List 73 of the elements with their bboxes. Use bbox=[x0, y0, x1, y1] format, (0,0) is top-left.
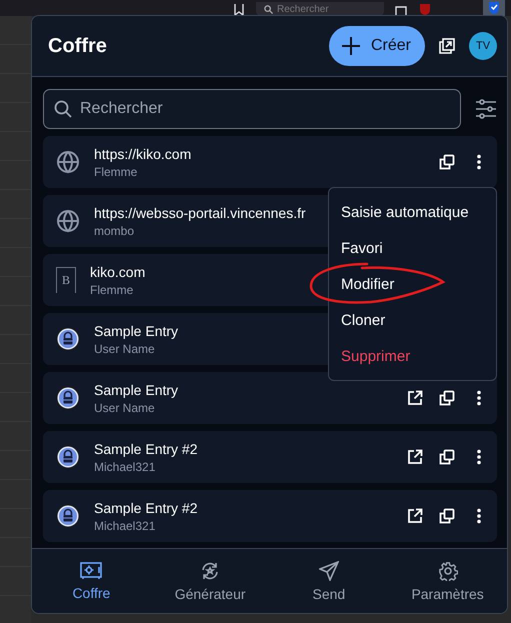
search-icon bbox=[264, 4, 273, 14]
filter-sliders-icon[interactable] bbox=[475, 99, 497, 119]
item-title: https://websso-portail.vincennes.fr bbox=[94, 204, 306, 220]
nav-tab[interactable]: Send bbox=[270, 549, 388, 613]
item-username: User Name bbox=[94, 342, 155, 356]
padlock-icon bbox=[56, 504, 80, 528]
vault-item[interactable]: Sample Entry #2 Michael321 bbox=[43, 490, 497, 542]
item-title: Sample Entry #2 bbox=[94, 440, 198, 456]
background-page-row bbox=[0, 161, 31, 190]
brand-logo-icon: B bbox=[56, 267, 76, 293]
background-page-row bbox=[0, 480, 31, 509]
background-page-row bbox=[0, 219, 31, 248]
vault-item[interactable]: Sample Entry User Name bbox=[43, 372, 497, 424]
vault-item[interactable]: Sample Entry #2 Michael321 bbox=[43, 431, 497, 483]
padlock-icon bbox=[56, 386, 80, 410]
globe-icon bbox=[56, 150, 80, 174]
copy-icon[interactable] bbox=[439, 449, 455, 465]
item-title: Sample Entry #2 bbox=[94, 500, 198, 516]
search-icon bbox=[54, 100, 72, 118]
background-page-row bbox=[0, 103, 31, 132]
item-title: Sample Entry bbox=[94, 322, 178, 338]
copy-icon[interactable] bbox=[439, 508, 455, 524]
background-page-row bbox=[0, 277, 31, 306]
vault-icon bbox=[80, 562, 102, 580]
copy-icon[interactable] bbox=[439, 390, 455, 406]
background-page-row bbox=[0, 74, 31, 103]
item-username: Michael321 bbox=[94, 460, 156, 474]
background-page-row bbox=[0, 132, 31, 161]
background-page-row bbox=[0, 335, 31, 364]
item-title: kiko.com bbox=[90, 264, 146, 280]
background-page-row bbox=[0, 509, 31, 538]
background-page-row bbox=[0, 422, 31, 451]
search-field[interactable]: Rechercher bbox=[43, 89, 461, 129]
bookmark-icon[interactable] bbox=[232, 4, 246, 16]
background-page-row bbox=[0, 45, 31, 74]
item-username: Flemme bbox=[90, 282, 134, 296]
background-page-row bbox=[0, 538, 31, 567]
paper-plane-icon bbox=[318, 560, 339, 580]
background-page-row bbox=[0, 248, 31, 277]
menu-item[interactable]: Modifier bbox=[329, 266, 496, 302]
padlock-icon bbox=[56, 327, 80, 351]
nav-tab[interactable]: Générateur bbox=[150, 549, 270, 613]
item-title: Sample Entry bbox=[94, 382, 178, 398]
nav-tab[interactable]: Coffre bbox=[32, 549, 151, 613]
item-username: Michael321 bbox=[94, 518, 156, 532]
refresh-star-icon bbox=[200, 560, 220, 580]
launch-icon[interactable] bbox=[407, 508, 423, 524]
password-manager-extension-icon[interactable] bbox=[483, 0, 505, 16]
background-page-row bbox=[0, 364, 31, 393]
item-title: https://kiko.com bbox=[94, 146, 192, 162]
page-title: Coffre bbox=[48, 34, 108, 58]
background-page-row bbox=[0, 393, 31, 422]
background-page-row bbox=[0, 190, 31, 219]
plus-icon bbox=[340, 36, 361, 56]
globe-icon bbox=[56, 209, 80, 233]
search-placeholder: Rechercher bbox=[277, 4, 329, 14]
item-username: mombo bbox=[94, 224, 134, 238]
popout-icon[interactable] bbox=[439, 38, 455, 54]
nav-tab[interactable]: Paramètres bbox=[388, 549, 507, 613]
item-username: User Name bbox=[94, 400, 155, 414]
item-username: Flemme bbox=[94, 164, 138, 178]
account-avatar[interactable]: TV bbox=[469, 32, 497, 60]
vault-item[interactable]: https://kiko.com Flemme bbox=[43, 136, 497, 188]
menu-item[interactable]: Saisie automatique bbox=[329, 194, 496, 230]
background-page-row bbox=[0, 451, 31, 480]
background-page-row bbox=[0, 567, 31, 596]
launch-icon[interactable] bbox=[407, 390, 423, 406]
launch-icon[interactable] bbox=[407, 449, 423, 465]
copy-icon[interactable] bbox=[439, 154, 455, 170]
create-button[interactable]: Créer bbox=[328, 26, 425, 66]
background-page-row bbox=[0, 306, 31, 335]
settings-icon bbox=[438, 560, 458, 580]
padlock-icon bbox=[56, 445, 80, 469]
